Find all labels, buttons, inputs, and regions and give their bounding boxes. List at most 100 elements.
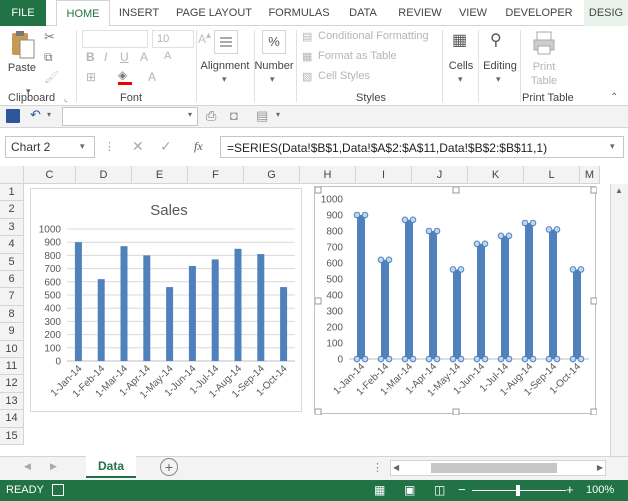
cancel-icon[interactable]: ✕ — [132, 138, 144, 155]
column-header[interactable]: M — [580, 166, 600, 184]
normal-view-icon[interactable]: ▦ — [374, 483, 385, 497]
macro-record-icon[interactable] — [52, 484, 64, 496]
customize-qat-icon[interactable]: ▾ — [276, 110, 280, 119]
column-header[interactable]: I — [356, 166, 412, 184]
undo-icon[interactable]: ↶ — [30, 107, 41, 123]
italic-icon[interactable]: I — [104, 50, 107, 64]
tab-data[interactable]: DATA — [340, 0, 386, 26]
paste-icon[interactable] — [8, 30, 36, 60]
column-header[interactable]: C — [24, 166, 76, 184]
percent-icon[interactable]: % — [262, 30, 286, 54]
select-all-corner[interactable] — [0, 166, 24, 184]
tab-file[interactable]: FILE — [0, 0, 46, 26]
zoom-level[interactable]: 100% — [586, 484, 614, 496]
row-header[interactable]: 14 — [0, 410, 24, 428]
page-break-view-icon[interactable]: ◫ — [434, 483, 445, 497]
column-header[interactable]: L — [524, 166, 580, 184]
dialog-launcher-icon[interactable]: ⌞ — [64, 94, 68, 103]
worksheet-grid[interactable]: CDEFGHIJKLM 1 2 3 4 5 6 7 8 9 10 11 12 13 14 15 ▲ Sale… — [0, 166, 628, 456]
cell-styles-button[interactable]: Cell Styles — [318, 70, 370, 82]
page-layout-view-icon[interactable]: ▣ — [404, 483, 415, 497]
selected-chart[interactable]: 0 100 200 300 400 500 600 700 800 900 1000 1-Jan-14… — [314, 186, 598, 416]
name-box[interactable]: Chart 2 ▾ — [5, 136, 95, 158]
row-header[interactable]: 1 — [0, 184, 24, 202]
conditional-formatting-icon[interactable]: ▤ — [302, 30, 312, 43]
binoculars-icon[interactable]: ⚲ — [490, 30, 502, 50]
alignment-icon[interactable] — [214, 30, 238, 54]
cell-styles-icon[interactable]: ▧ — [302, 70, 312, 83]
scroll-right-icon[interactable]: ▶ — [597, 463, 603, 472]
column-header[interactable]: F — [188, 166, 244, 184]
row-header[interactable]: 4 — [0, 236, 24, 254]
column-header[interactable]: D — [76, 166, 132, 184]
underline-icon[interactable]: U — [120, 50, 129, 64]
chevron-down-icon[interactable]: ▾ — [222, 74, 227, 85]
row-header[interactable]: 5 — [0, 253, 24, 271]
shrink-font-icon[interactable]: A — [164, 50, 171, 62]
next-sheet-icon[interactable]: ▶ — [50, 461, 57, 472]
row-header[interactable]: 12 — [0, 375, 24, 393]
chevron-down-icon[interactable]: ▾ — [80, 141, 85, 152]
chevron-down-icon[interactable]: ▾ — [496, 74, 501, 85]
row-header[interactable]: 15 — [0, 427, 24, 445]
font-size-box[interactable]: 10 — [152, 30, 194, 48]
row-header[interactable]: 10 — [0, 340, 24, 358]
chevron-down-icon[interactable]: ▾ — [188, 110, 192, 119]
editing-button[interactable]: Editing — [480, 60, 520, 72]
sales-chart[interactable]: Sales 0 100 200 300 400 500 600 700 800 900 1000 1-J… — [30, 188, 302, 412]
sheet-tab-data[interactable]: Data — [86, 456, 136, 478]
font-name-box[interactable] — [82, 30, 148, 48]
column-header[interactable]: J — [412, 166, 468, 184]
chevron-down-icon[interactable]: ▾ — [458, 74, 463, 85]
save-icon[interactable] — [6, 109, 20, 123]
tab-review[interactable]: REVIEW — [392, 0, 448, 26]
row-header[interactable]: 6 — [0, 271, 24, 289]
format-as-table-button[interactable]: Format as Table — [318, 50, 397, 62]
camera-icon[interactable]: ◘ — [230, 108, 238, 123]
bold-icon[interactable]: B — [86, 50, 95, 64]
tab-design[interactable]: DESIG — [584, 0, 628, 26]
zoom-slider-thumb[interactable] — [516, 485, 520, 496]
tab-home[interactable]: HOME — [56, 0, 110, 27]
fill-color-icon[interactable]: ◈ — [118, 68, 132, 85]
cells-button[interactable]: Cells — [446, 60, 476, 72]
tab-developer[interactable]: DEVELOPER — [500, 0, 578, 26]
printer-icon[interactable] — [532, 30, 556, 56]
horizontal-scrollbar[interactable]: ◀ ▶ — [390, 460, 606, 476]
formula-input[interactable]: =SERIES(Data!$B$1,Data!$A$2:$A$11,Data!$… — [220, 136, 624, 158]
cut-icon[interactable]: ✂ — [44, 29, 55, 45]
prev-sheet-icon[interactable]: ◀ — [24, 461, 31, 472]
conditional-formatting-button[interactable]: Conditional Formatting — [318, 30, 429, 42]
format-painter-icon[interactable]: 🖌 — [44, 70, 59, 84]
scroll-thumb[interactable] — [431, 463, 557, 473]
tab-formulas[interactable]: FORMULAS — [264, 0, 334, 26]
insert-function-button[interactable]: fx — [194, 139, 203, 154]
collapse-ribbon-icon[interactable]: ⌃ — [610, 92, 618, 103]
new-sheet-icon[interactable]: + — [160, 458, 178, 476]
form-icon[interactable]: ▤ — [256, 108, 268, 124]
enter-icon[interactable]: ✓ — [160, 138, 172, 155]
tab-page-layout[interactable]: PAGE LAYOUT — [170, 0, 258, 26]
scroll-left-icon[interactable]: ◀ — [393, 463, 399, 472]
alignment-button[interactable]: Alignment — [198, 60, 252, 72]
print-table-button[interactable]: Print Table — [524, 60, 564, 88]
column-header[interactable]: E — [132, 166, 188, 184]
row-header[interactable]: 3 — [0, 218, 24, 237]
vertical-scrollbar[interactable]: ▲ — [610, 184, 628, 456]
borders-icon[interactable]: ⊞ — [86, 70, 96, 84]
chevron-down-icon[interactable]: ▾ — [610, 141, 615, 152]
chevron-down-icon[interactable]: ▾ — [270, 74, 275, 85]
row-header[interactable]: 2 — [0, 201, 24, 219]
tab-insert[interactable]: INSERT — [114, 0, 164, 26]
grow-font-icon[interactable]: A▴ — [198, 30, 211, 46]
paste-button[interactable]: Paste — [4, 62, 40, 74]
row-header[interactable]: 8 — [0, 305, 24, 324]
row-header[interactable]: 13 — [0, 392, 24, 411]
grow-font-a-icon[interactable]: A — [140, 50, 148, 64]
column-header[interactable]: G — [244, 166, 300, 184]
row-header[interactable]: 7 — [0, 288, 24, 306]
chevron-down-icon[interactable]: ▾ — [47, 110, 51, 119]
qat-combo-box[interactable] — [62, 107, 198, 126]
copy-icon[interactable]: ⧉ — [44, 50, 53, 65]
cells-icon[interactable]: ▦ — [452, 30, 467, 50]
